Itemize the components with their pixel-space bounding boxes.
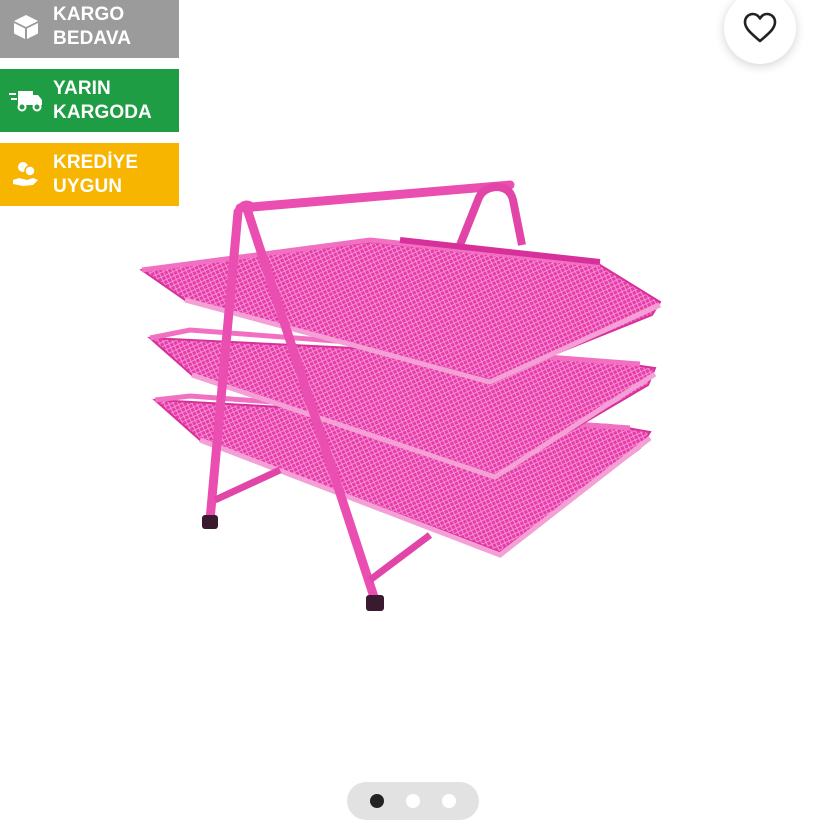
badge-line1: KARGO <box>53 3 125 25</box>
heart-icon <box>743 12 777 43</box>
carousel-pagination <box>347 782 479 820</box>
credit-hand-icon <box>8 157 44 193</box>
carousel-dot-1[interactable] <box>370 794 384 808</box>
product-image[interactable] <box>130 170 670 640</box>
badge-line2: BEDAVA <box>53 27 132 49</box>
badge-free-shipping: KARGO BEDAVA <box>0 0 179 58</box>
badge-line2: UYGUN <box>53 175 123 197</box>
carousel-dot-2[interactable] <box>406 794 420 808</box>
badge-next-day-shipping: YARIN KARGODA <box>0 69 179 132</box>
badge-line1: YARIN <box>53 77 111 99</box>
package-icon <box>8 9 44 45</box>
favorite-button[interactable] <box>724 0 796 64</box>
badge-line1: KREDİYE <box>53 151 139 173</box>
carousel-dot-3[interactable] <box>442 794 456 808</box>
badge-line2: KARGODA <box>53 101 152 123</box>
delivery-truck-icon <box>8 83 44 119</box>
